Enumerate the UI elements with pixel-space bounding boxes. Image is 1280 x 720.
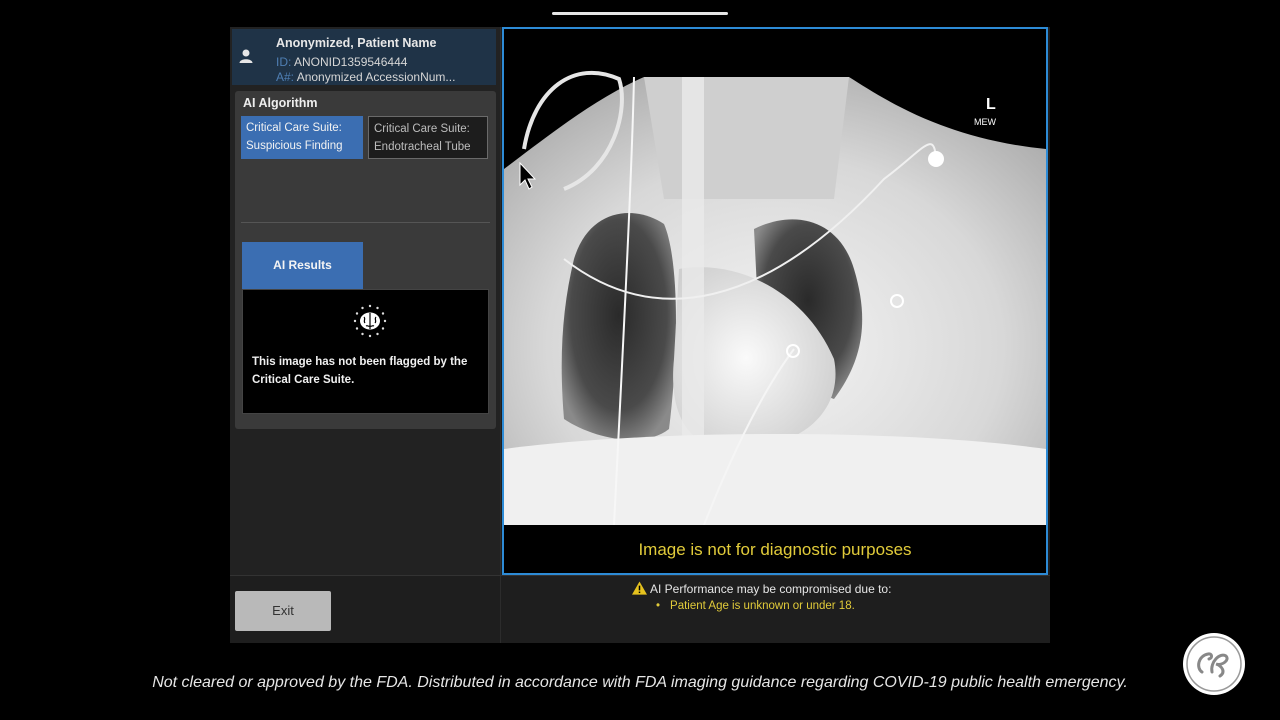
exit-button[interactable]: Exit bbox=[235, 591, 331, 631]
laterality-marker: L bbox=[986, 96, 996, 113]
application-window: Anonymized, Patient Name ID: ANONID13595… bbox=[230, 27, 1050, 643]
tab-label-line1: Critical Care Suite: bbox=[374, 123, 470, 135]
window-drag-handle bbox=[552, 12, 728, 15]
panel-divider bbox=[500, 27, 501, 643]
accession-value: Anonymized AccessionNum... bbox=[296, 70, 456, 84]
tab-label-line1: Critical Care Suite: bbox=[246, 122, 342, 134]
patient-id-label: ID: bbox=[276, 55, 292, 69]
patient-icon bbox=[239, 49, 253, 63]
patient-id-value: ANONID1359546444 bbox=[294, 55, 408, 69]
bottom-separator bbox=[230, 575, 1050, 576]
warning-heading: AI Performance may be compromised due to… bbox=[632, 581, 891, 596]
tab-label-line2: Suspicious Finding bbox=[246, 140, 343, 152]
warning-icon bbox=[632, 581, 647, 595]
section-divider bbox=[241, 222, 490, 223]
patient-id: ID: ANONID1359546444 bbox=[276, 55, 407, 69]
warning-heading-text: AI Performance may be compromised due to… bbox=[650, 582, 892, 596]
technologist-initials: MEW bbox=[974, 117, 997, 127]
ai-algorithm-panel: AI Algorithm Critical Care Suite: Suspic… bbox=[235, 91, 496, 429]
ai-algorithm-title: AI Algorithm bbox=[243, 96, 318, 110]
ai-results-message: This image has not been flagged by the C… bbox=[252, 356, 468, 386]
tab-ai-results[interactable]: AI Results bbox=[242, 242, 363, 289]
not-diagnostic-notice: Image is not for diagnostic purposes bbox=[504, 525, 1046, 573]
brain-icon bbox=[353, 304, 387, 338]
image-viewer[interactable]: L MEW Image is not for diagnostic purpos… bbox=[502, 27, 1048, 575]
fda-disclaimer: Not cleared or approved by the FDA. Dist… bbox=[152, 674, 1128, 691]
warning-item: Patient Age is unknown or under 18. bbox=[656, 600, 855, 612]
tab-label-line2: Endotracheal Tube bbox=[374, 141, 471, 153]
accession-number: A#: Anonymized AccessionNum... bbox=[276, 70, 455, 84]
left-panel: Anonymized, Patient Name ID: ANONID13595… bbox=[230, 27, 500, 631]
ge-logo-icon bbox=[1183, 633, 1245, 695]
chest-xray-image: L MEW bbox=[504, 29, 1046, 525]
tab-endotracheal-tube[interactable]: Critical Care Suite: Endotracheal Tube bbox=[368, 116, 488, 159]
patient-banner: Anonymized, Patient Name ID: ANONID13595… bbox=[232, 29, 496, 85]
tab-suspicious-finding[interactable]: Critical Care Suite: Suspicious Finding bbox=[241, 116, 363, 159]
accession-label: A#: bbox=[276, 70, 295, 84]
ai-results-box: This image has not been flagged by the C… bbox=[242, 289, 489, 414]
patient-name: Anonymized, Patient Name bbox=[276, 36, 437, 50]
